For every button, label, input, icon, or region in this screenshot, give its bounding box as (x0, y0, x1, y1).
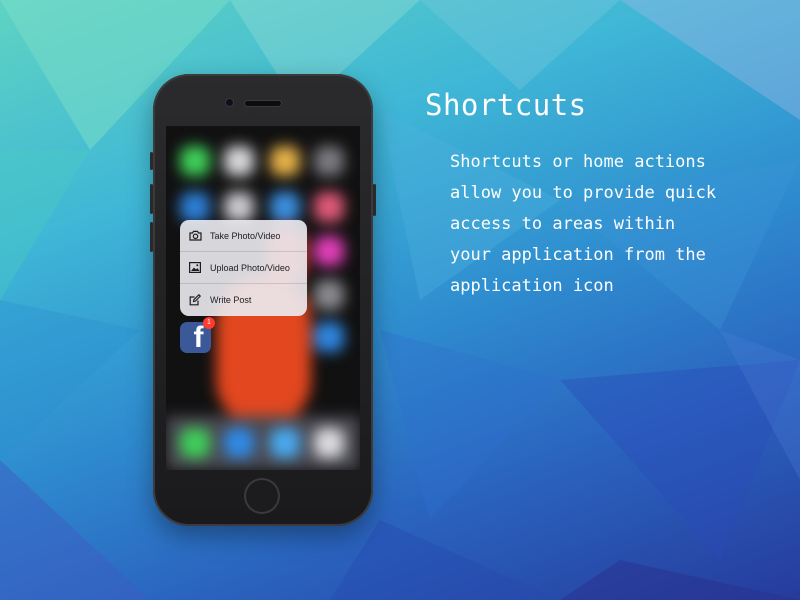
facebook-logo-letter: f (193, 321, 204, 354)
facebook-app-icon[interactable]: f 1 (180, 317, 215, 354)
description-line: allow you to provide quick (450, 183, 717, 203)
volume-down-button (150, 222, 153, 252)
quick-action-upload-photo[interactable]: Upload Photo/Video (180, 252, 307, 284)
blurred-app-icon (224, 192, 254, 222)
blurred-dock-icon (180, 428, 210, 458)
blurred-dock-icon (314, 428, 344, 458)
quick-action-take-photo[interactable]: Take Photo/Video (180, 220, 307, 252)
blurred-dock-icon (270, 428, 300, 458)
feature-description: Shortcuts or home actions allow you to p… (450, 147, 790, 302)
blurred-app-icon (314, 280, 344, 310)
quick-actions-menu: Take Photo/Video Upload Photo/Video Writ… (180, 220, 307, 316)
blurred-dock-icon (224, 428, 254, 458)
home-button[interactable] (246, 480, 278, 512)
compose-icon (188, 293, 202, 307)
quick-action-label: Upload Photo/Video (210, 262, 290, 273)
phone-screen: Take Photo/Video Upload Photo/Video Writ… (166, 126, 360, 470)
blurred-app-icon (270, 146, 300, 176)
description-line: Shortcuts or home actions (450, 152, 706, 172)
volume-up-button (150, 184, 153, 214)
blurred-app-icon (180, 146, 210, 176)
blurred-app-icon (314, 322, 344, 352)
earpiece-speaker (245, 101, 281, 106)
camera-icon (188, 229, 202, 243)
mute-switch (150, 152, 153, 170)
description-line: access to areas within (450, 214, 676, 234)
blurred-app-icon (314, 146, 344, 176)
photo-icon (188, 261, 202, 275)
phone-device: Take Photo/Video Upload Photo/Video Writ… (150, 74, 376, 526)
quick-action-label: Take Photo/Video (210, 230, 281, 241)
description-line: application icon (450, 276, 614, 296)
front-camera (226, 99, 233, 106)
power-button (373, 184, 376, 216)
description-line: your application from the (450, 245, 706, 265)
blurred-app-icon (224, 146, 254, 176)
quick-action-write-post[interactable]: Write Post (180, 284, 307, 316)
quick-action-label: Write Post (210, 295, 252, 305)
notification-badge: 1 (203, 317, 215, 329)
blurred-app-icon (180, 192, 210, 222)
blurred-app-icon (314, 192, 344, 222)
blurred-app-icon (270, 192, 300, 222)
page-title: Shortcuts (425, 88, 587, 122)
blurred-app-icon (314, 236, 344, 266)
